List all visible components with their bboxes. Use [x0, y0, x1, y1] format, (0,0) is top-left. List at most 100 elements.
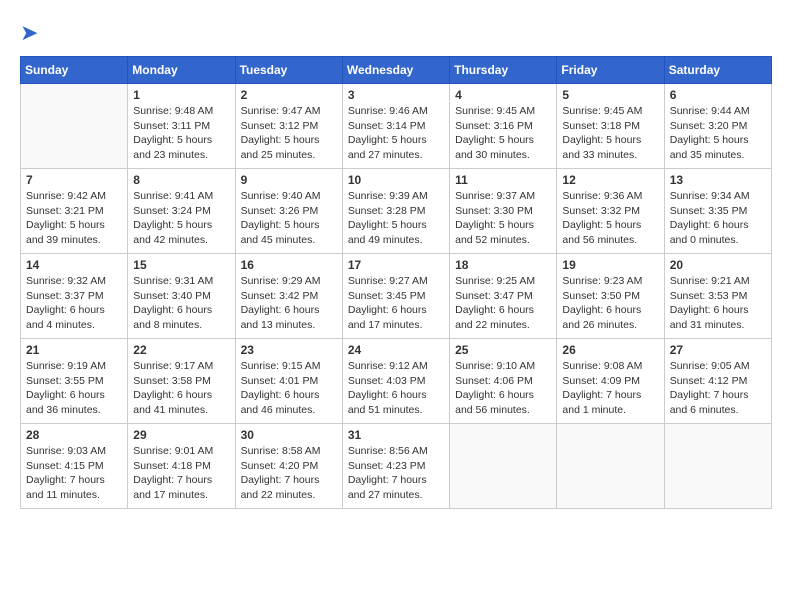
day-info: Sunrise: 9:10 AMSunset: 4:06 PMDaylight:… [455, 359, 551, 418]
day-info: Sunrise: 8:56 AMSunset: 4:23 PMDaylight:… [348, 444, 444, 503]
day-info: Sunrise: 9:08 AMSunset: 4:09 PMDaylight:… [562, 359, 658, 418]
logo: ➤ [20, 20, 38, 46]
day-info: Sunrise: 9:37 AMSunset: 3:30 PMDaylight:… [455, 189, 551, 248]
day-number: 15 [133, 258, 229, 272]
day-number: 18 [455, 258, 551, 272]
day-number: 23 [241, 343, 337, 357]
calendar-cell: 26Sunrise: 9:08 AMSunset: 4:09 PMDayligh… [557, 339, 664, 424]
calendar-cell: 4 Sunrise: 9:45 AMSunset: 3:16 PMDaylight… [450, 84, 557, 169]
day-number: 30 [241, 428, 337, 442]
calendar-cell: 16 Sunrise: 9:29 AMSunset: 3:42 PMDayligh… [235, 254, 342, 339]
day-number: 25 [455, 343, 551, 357]
weekday-header-saturday: Saturday [664, 57, 771, 84]
day-number: 11 [455, 173, 551, 187]
week-row-4: 21Sunrise: 9:19 AMSunset: 3:55 PMDayligh… [21, 339, 772, 424]
calendar-cell: 2 Sunrise: 9:47 AMSunset: 3:12 PMDaylight… [235, 84, 342, 169]
day-number: 27 [670, 343, 766, 357]
day-number: 22 [133, 343, 229, 357]
week-row-1: 1 Sunrise: 9:48 AMSunset: 3:11 PMDaylight… [21, 84, 772, 169]
day-info: Sunrise: 9:47 AMSunset: 3:12 PMDaylight:… [241, 104, 337, 163]
week-row-3: 14Sunrise: 9:32 AMSunset: 3:37 PMDayligh… [21, 254, 772, 339]
day-info: Sunrise: 9:25 AMSunset: 3:47 PMDaylight:… [455, 274, 551, 333]
calendar-cell [450, 424, 557, 509]
day-info: Sunrise: 9:05 AMSunset: 4:12 PMDaylight:… [670, 359, 766, 418]
day-number: 16 [241, 258, 337, 272]
calendar-cell: 6Sunrise: 9:44 AMSunset: 3:20 PMDaylight… [664, 84, 771, 169]
calendar-cell: 7Sunrise: 9:42 AMSunset: 3:21 PMDaylight… [21, 169, 128, 254]
calendar-cell: 24 Sunrise: 9:12 AMSunset: 4:03 PMDayligh… [342, 339, 449, 424]
day-info: Sunrise: 9:03 AMSunset: 4:15 PMDaylight:… [26, 444, 122, 503]
weekday-header-thursday: Thursday [450, 57, 557, 84]
day-number: 31 [348, 428, 444, 442]
day-info: Sunrise: 9:45 AMSunset: 3:16 PMDaylight:… [455, 104, 551, 163]
calendar-cell: 19Sunrise: 9:23 AMSunset: 3:50 PMDayligh… [557, 254, 664, 339]
day-number: 3 [348, 88, 444, 102]
day-info: Sunrise: 8:58 AMSunset: 4:20 PMDaylight:… [241, 444, 337, 503]
calendar-cell: 31 Sunrise: 8:56 AMSunset: 4:23 PMDayligh… [342, 424, 449, 509]
calendar-table: SundayMondayTuesdayWednesdayThursdayFrid… [20, 56, 772, 509]
day-number: 1 [133, 88, 229, 102]
day-info: Sunrise: 9:39 AMSunset: 3:28 PMDaylight:… [348, 189, 444, 248]
page-header: ➤ [20, 20, 772, 46]
day-info: Sunrise: 9:15 AMSunset: 4:01 PMDaylight:… [241, 359, 337, 418]
logo-bird-icon: ➤ [20, 20, 38, 45]
day-number: 24 [348, 343, 444, 357]
calendar-cell: 21Sunrise: 9:19 AMSunset: 3:55 PMDayligh… [21, 339, 128, 424]
calendar-cell: 8Sunrise: 9:41 AMSunset: 3:24 PMDaylight… [128, 169, 235, 254]
day-info: Sunrise: 9:31 AMSunset: 3:40 PMDaylight:… [133, 274, 229, 333]
day-info: Sunrise: 9:48 AMSunset: 3:11 PMDaylight:… [133, 104, 229, 163]
day-info: Sunrise: 9:42 AMSunset: 3:21 PMDaylight:… [26, 189, 122, 248]
weekday-header-row: SundayMondayTuesdayWednesdayThursdayFrid… [21, 57, 772, 84]
day-number: 14 [26, 258, 122, 272]
calendar-cell: 9Sunrise: 9:40 AMSunset: 3:26 PMDaylight… [235, 169, 342, 254]
weekday-header-wednesday: Wednesday [342, 57, 449, 84]
calendar-cell [557, 424, 664, 509]
weekday-header-tuesday: Tuesday [235, 57, 342, 84]
day-info: Sunrise: 9:17 AMSunset: 3:58 PMDaylight:… [133, 359, 229, 418]
day-number: 21 [26, 343, 122, 357]
weekday-header-monday: Monday [128, 57, 235, 84]
calendar-cell: 25 Sunrise: 9:10 AMSunset: 4:06 PMDayligh… [450, 339, 557, 424]
calendar-cell: 3 Sunrise: 9:46 AMSunset: 3:14 PMDaylight… [342, 84, 449, 169]
week-row-2: 7Sunrise: 9:42 AMSunset: 3:21 PMDaylight… [21, 169, 772, 254]
calendar-cell: 15 Sunrise: 9:31 AMSunset: 3:40 PMDayligh… [128, 254, 235, 339]
calendar-cell [21, 84, 128, 169]
day-info: Sunrise: 9:12 AMSunset: 4:03 PMDaylight:… [348, 359, 444, 418]
calendar-cell: 13 Sunrise: 9:34 AMSunset: 3:35 PMDayligh… [664, 169, 771, 254]
calendar-cell: 18 Sunrise: 9:25 AMSunset: 3:47 PMDayligh… [450, 254, 557, 339]
day-number: 12 [562, 173, 658, 187]
calendar-cell: 20Sunrise: 9:21 AMSunset: 3:53 PMDayligh… [664, 254, 771, 339]
calendar-cell: 29Sunrise: 9:01 AMSunset: 4:18 PMDayligh… [128, 424, 235, 509]
day-number: 13 [670, 173, 766, 187]
day-info: Sunrise: 9:40 AMSunset: 3:26 PMDaylight:… [241, 189, 337, 248]
calendar-cell: 23 Sunrise: 9:15 AMSunset: 4:01 PMDayligh… [235, 339, 342, 424]
calendar-cell: 22 Sunrise: 9:17 AMSunset: 3:58 PMDayligh… [128, 339, 235, 424]
calendar-cell: 5Sunrise: 9:45 AMSunset: 3:18 PMDaylight… [557, 84, 664, 169]
day-number: 4 [455, 88, 551, 102]
calendar-cell: 28 Sunrise: 9:03 AMSunset: 4:15 PMDayligh… [21, 424, 128, 509]
calendar-cell: 14Sunrise: 9:32 AMSunset: 3:37 PMDayligh… [21, 254, 128, 339]
day-info: Sunrise: 9:29 AMSunset: 3:42 PMDaylight:… [241, 274, 337, 333]
weekday-header-friday: Friday [557, 57, 664, 84]
day-number: 10 [348, 173, 444, 187]
calendar-cell [664, 424, 771, 509]
day-info: Sunrise: 9:27 AMSunset: 3:45 PMDaylight:… [348, 274, 444, 333]
day-number: 2 [241, 88, 337, 102]
calendar-cell: 10 Sunrise: 9:39 AMSunset: 3:28 PMDayligh… [342, 169, 449, 254]
calendar-cell: 27 Sunrise: 9:05 AMSunset: 4:12 PMDayligh… [664, 339, 771, 424]
day-number: 8 [133, 173, 229, 187]
day-number: 20 [670, 258, 766, 272]
day-number: 19 [562, 258, 658, 272]
weekday-header-sunday: Sunday [21, 57, 128, 84]
week-row-5: 28 Sunrise: 9:03 AMSunset: 4:15 PMDayligh… [21, 424, 772, 509]
day-number: 6 [670, 88, 766, 102]
day-number: 28 [26, 428, 122, 442]
calendar-cell: 12Sunrise: 9:36 AMSunset: 3:32 PMDayligh… [557, 169, 664, 254]
day-info: Sunrise: 9:01 AMSunset: 4:18 PMDaylight:… [133, 444, 229, 503]
day-number: 17 [348, 258, 444, 272]
calendar-cell: 17 Sunrise: 9:27 AMSunset: 3:45 PMDayligh… [342, 254, 449, 339]
calendar-cell: 30 Sunrise: 8:58 AMSunset: 4:20 PMDayligh… [235, 424, 342, 509]
calendar-cell: 1 Sunrise: 9:48 AMSunset: 3:11 PMDaylight… [128, 84, 235, 169]
day-info: Sunrise: 9:34 AMSunset: 3:35 PMDaylight:… [670, 189, 766, 248]
day-info: Sunrise: 9:46 AMSunset: 3:14 PMDaylight:… [348, 104, 444, 163]
